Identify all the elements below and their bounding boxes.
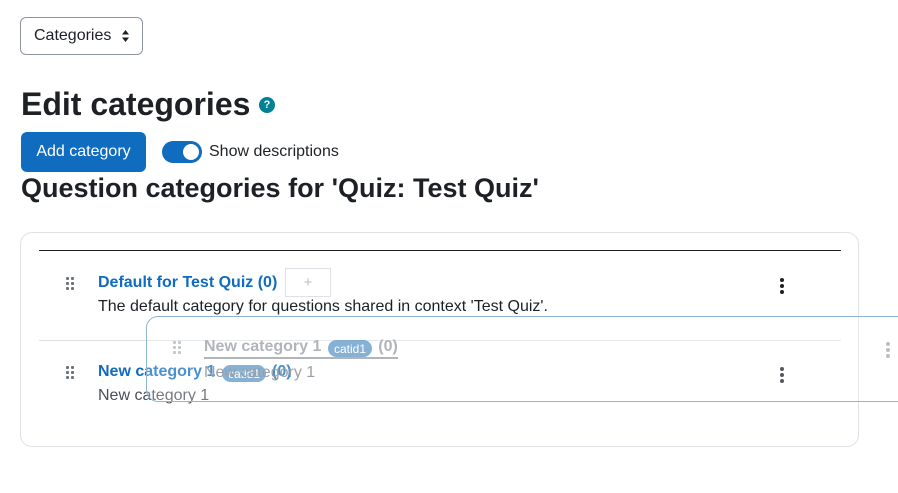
page-title: Edit categories xyxy=(21,86,251,122)
add-subcategory-button[interactable]: + xyxy=(285,268,331,297)
help-icon[interactable]: ? xyxy=(259,97,275,113)
drag-ghost-name: New category 1 xyxy=(204,338,322,355)
idnumber-badge: catid1 xyxy=(328,340,373,357)
drag-handle-icon[interactable] xyxy=(66,277,76,291)
kebab-menu-icon[interactable] xyxy=(780,278,784,294)
show-descriptions-toggle[interactable] xyxy=(162,141,202,163)
show-descriptions-label[interactable]: Show descriptions xyxy=(209,143,339,161)
category-navigation-value: Categories xyxy=(34,27,112,44)
category-link-default[interactable]: Default for Test Quiz (0) xyxy=(98,274,277,292)
category-name: Default for Test Quiz xyxy=(98,274,254,291)
card-divider xyxy=(39,250,841,251)
category-count: (0) xyxy=(257,274,278,291)
drag-ghost[interactable] xyxy=(146,316,898,402)
drag-handle-icon xyxy=(173,341,183,355)
add-category-button[interactable]: Add category xyxy=(21,132,146,172)
sort-caret-icon xyxy=(122,30,129,42)
category-description: The default category for questions share… xyxy=(98,298,548,315)
drag-ghost-count: (0) xyxy=(378,338,398,355)
category-navigation-select[interactable]: Categories xyxy=(20,17,143,55)
section-title: Question categories for 'Quiz: Test Quiz… xyxy=(21,173,539,203)
kebab-menu-icon xyxy=(886,342,890,358)
drag-ghost-description: New category 1 xyxy=(204,364,316,381)
toggle-knob xyxy=(183,144,199,160)
drag-handle-icon[interactable] xyxy=(66,366,76,380)
